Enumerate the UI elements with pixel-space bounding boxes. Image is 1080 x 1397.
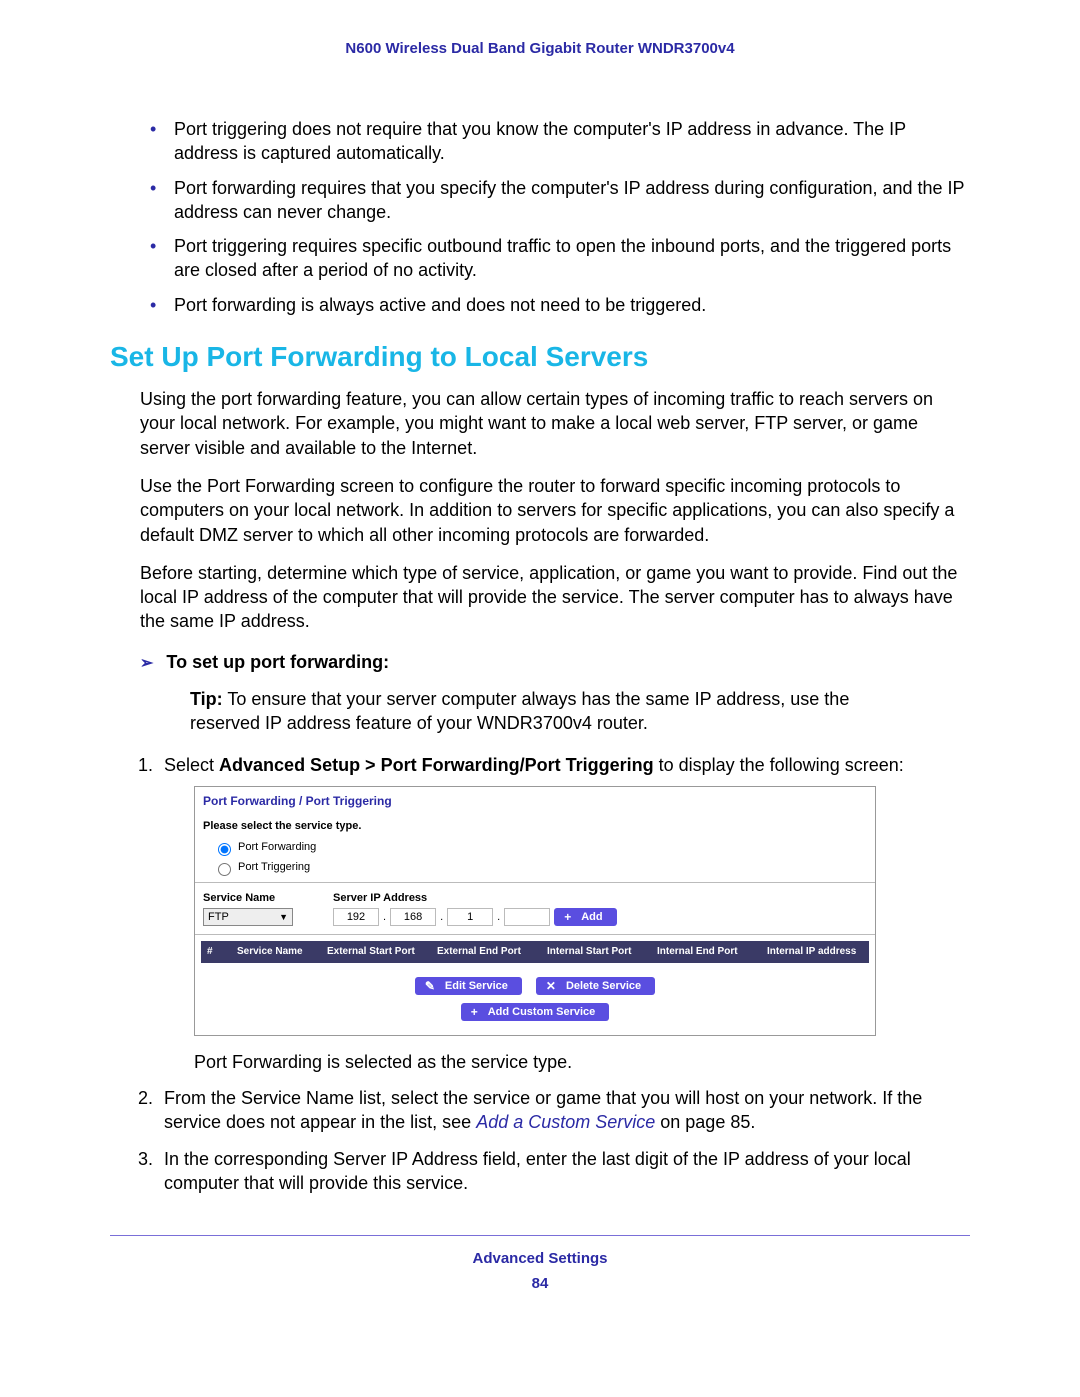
delete-service-label: Delete Service xyxy=(566,980,641,992)
body-paragraph: Use the Port Forwarding screen to config… xyxy=(140,474,970,547)
footer-section-name: Advanced Settings xyxy=(110,1250,970,1267)
col-int-ip: Internal IP address xyxy=(767,945,877,959)
ip-octet-3[interactable]: 1 xyxy=(447,908,493,926)
ip-dot: . xyxy=(383,910,386,925)
pencil-icon: ✎ xyxy=(425,979,435,993)
ui-select-label: Please select the service type. xyxy=(195,819,875,838)
radio-port-triggering-input[interactable] xyxy=(218,863,231,876)
divider xyxy=(195,882,875,883)
add-button[interactable]: + Add xyxy=(554,908,616,926)
footer-separator xyxy=(110,1235,970,1236)
procedure-heading-text: To set up port forwarding: xyxy=(166,652,389,672)
service-table-header: # Service Name External Start Port Exter… xyxy=(201,941,869,963)
add-custom-service-link[interactable]: Add a Custom Service xyxy=(476,1112,655,1132)
col-ext-start: External Start Port xyxy=(327,945,437,959)
server-ip-label: Server IP Address xyxy=(333,891,617,906)
radio-port-triggering[interactable]: Port Triggering xyxy=(195,858,875,878)
add-button-label: Add xyxy=(581,911,602,923)
body-paragraph: Before starting, determine which type of… xyxy=(140,561,970,634)
bullet-item: Port forwarding is always active and doe… xyxy=(150,293,970,317)
ui-button-area: ✎ Edit Service ✕ Delete Service + xyxy=(195,969,875,1035)
bullet-item: Port triggering requires specific outbou… xyxy=(150,234,970,283)
add-custom-service-label: Add Custom Service xyxy=(488,1006,596,1018)
procedure-steps: Select Advanced Setup > Port Forwarding/… xyxy=(158,753,970,1195)
intro-bullet-list: Port triggering does not require that yo… xyxy=(150,117,970,317)
doc-header-title: N600 Wireless Dual Band Gigabit Router W… xyxy=(110,40,970,57)
radio-port-forwarding-label: Port Forwarding xyxy=(238,840,316,855)
add-custom-service-button[interactable]: + Add Custom Service xyxy=(461,1003,610,1021)
col-int-end: Internal End Port xyxy=(657,945,767,959)
step-3: In the corresponding Server IP Address f… xyxy=(158,1147,970,1196)
step-1: Select Advanced Setup > Port Forwarding/… xyxy=(158,753,970,1074)
service-name-col: Service Name FTP ▼ xyxy=(203,891,293,927)
ip-octet-1[interactable]: 192 xyxy=(333,908,379,926)
arrow-icon: ➢ xyxy=(140,655,153,672)
bullet-item: Port triggering does not require that yo… xyxy=(150,117,970,166)
col-int-start: Internal Start Port xyxy=(547,945,657,959)
router-ui-screenshot: Port Forwarding / Port Triggering Please… xyxy=(194,786,876,1036)
body-paragraph: Using the port forwarding feature, you c… xyxy=(140,387,970,460)
service-name-select[interactable]: FTP ▼ xyxy=(203,908,293,927)
page: N600 Wireless Dual Band Gigabit Router W… xyxy=(0,0,1080,1397)
tip-block: Tip: To ensure that your server computer… xyxy=(190,687,870,736)
ip-dot: . xyxy=(440,910,443,925)
ui-title: Port Forwarding / Port Triggering xyxy=(195,787,875,819)
step-2-text-b: on page 85. xyxy=(655,1112,755,1132)
col-ext-end: External End Port xyxy=(437,945,547,959)
chevron-down-icon: ▼ xyxy=(279,911,288,923)
radio-port-forwarding[interactable]: Port Forwarding xyxy=(195,838,875,858)
ip-dot: . xyxy=(497,910,500,925)
step-1-suffix: to display the following screen: xyxy=(654,755,904,775)
service-name-value: FTP xyxy=(208,910,229,925)
procedure-block: ➢ To set up port forwarding: Tip: To ens… xyxy=(140,652,970,1196)
procedure-heading: ➢ To set up port forwarding: xyxy=(140,652,970,673)
close-icon: ✕ xyxy=(546,979,556,993)
col-index: # xyxy=(207,945,237,959)
ip-octet-4[interactable] xyxy=(504,908,550,926)
step-2: From the Service Name list, select the s… xyxy=(158,1086,970,1135)
server-ip-col: Server IP Address 192. 168. 1. + Add xyxy=(333,891,617,926)
step-1-note: Port Forwarding is selected as the servi… xyxy=(194,1050,970,1074)
edit-service-label: Edit Service xyxy=(445,980,508,992)
radio-port-forwarding-input[interactable] xyxy=(218,843,231,856)
edit-service-button[interactable]: ✎ Edit Service xyxy=(415,977,522,995)
footer-page-number: 84 xyxy=(110,1275,970,1292)
plus-icon: + xyxy=(564,910,571,924)
service-name-label: Service Name xyxy=(203,891,293,906)
col-service-name: Service Name xyxy=(237,945,327,959)
plus-icon: + xyxy=(471,1005,478,1019)
step-1-prefix: Select xyxy=(164,755,219,775)
tip-text: To ensure that your server computer alwa… xyxy=(190,689,849,733)
tip-label: Tip: xyxy=(190,689,223,709)
service-row: Service Name FTP ▼ Server IP Address 192… xyxy=(195,887,875,931)
radio-port-triggering-label: Port Triggering xyxy=(238,860,310,875)
step-3-text: In the corresponding Server IP Address f… xyxy=(164,1149,911,1193)
step-1-path: Advanced Setup > Port Forwarding/Port Tr… xyxy=(219,755,654,775)
delete-service-button[interactable]: ✕ Delete Service xyxy=(536,977,655,995)
divider xyxy=(195,934,875,935)
section-heading: Set Up Port Forwarding to Local Servers xyxy=(110,341,970,373)
ip-octet-2[interactable]: 168 xyxy=(390,908,436,926)
ip-address-inputs: 192. 168. 1. + Add xyxy=(333,908,617,926)
bullet-item: Port forwarding requires that you specif… xyxy=(150,176,970,225)
